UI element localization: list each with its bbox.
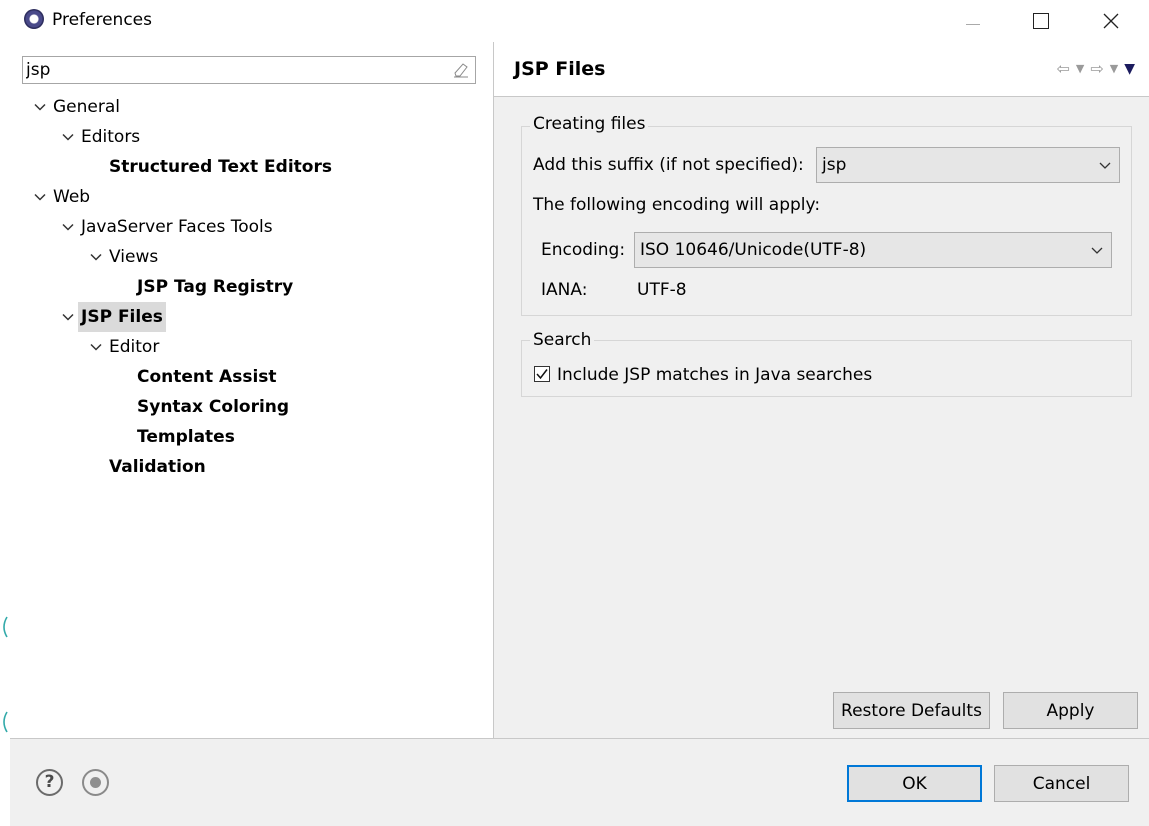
tree-item[interactable]: Structured Text Editors [86, 152, 335, 182]
suffix-value: jsp [822, 155, 847, 175]
include-jsp-checkbox[interactable] [534, 366, 550, 382]
tree-item-label: Editor [109, 337, 160, 357]
tree-item-label: Content Assist [137, 367, 277, 387]
tree-item[interactable]: JSP Tag Registry [114, 272, 296, 302]
apply-button[interactable]: Apply [1003, 692, 1138, 729]
encoding-combo[interactable]: ISO 10646/Unicode(UTF-8) [634, 232, 1112, 268]
tree-item-label: JSP Files [78, 302, 166, 332]
page-title: JSP Files [514, 58, 606, 80]
dialog-footer: ? OK Cancel [10, 739, 1149, 826]
suffix-label: Add this suffix (if not specified): [533, 155, 804, 175]
tree-item-label: JSP Tag Registry [137, 277, 294, 297]
tree-item-label: Web [53, 187, 91, 207]
tree-item-label: Structured Text Editors [109, 157, 332, 177]
tree-item[interactable]: Web [30, 182, 93, 212]
chevron-down-icon[interactable] [58, 302, 78, 332]
tree-item[interactable]: Editor [86, 332, 162, 362]
tree-item-label: Validation [109, 457, 206, 477]
tree-item[interactable]: JSP Files [58, 302, 166, 332]
page-header: JSP Files ⇦ ▼ ⇨ ▼ ▼ [494, 42, 1149, 97]
tree-item[interactable]: Templates [114, 422, 238, 452]
ok-button[interactable]: OK [847, 765, 982, 802]
close-icon [1103, 13, 1119, 29]
cancel-button[interactable]: Cancel [994, 765, 1129, 802]
iana-value: UTF-8 [637, 280, 687, 300]
search-group-label: Search [530, 330, 595, 350]
window-title: Preferences [52, 10, 152, 30]
help-icon[interactable]: ? [36, 769, 63, 796]
back-arrow-icon[interactable]: ⇦ [1056, 61, 1069, 77]
tree-item[interactable]: Validation [86, 452, 209, 482]
close-button[interactable] [1088, 4, 1134, 38]
tree-item-label: Views [109, 247, 159, 267]
creating-files-group-label: Creating files [530, 114, 649, 134]
tree-item-label: Syntax Coloring [137, 397, 290, 417]
eclipse-app-icon [24, 9, 44, 29]
preference-page: JSP Files ⇦ ▼ ⇨ ▼ ▼ Creating files Add t… [494, 42, 1149, 738]
filter-field[interactable] [22, 56, 476, 84]
tree-item[interactable]: Content Assist [114, 362, 280, 392]
tree-item[interactable]: Editors [58, 122, 143, 152]
tree-item[interactable]: Syntax Coloring [114, 392, 292, 422]
chevron-down-icon[interactable] [30, 92, 50, 122]
filter-input[interactable] [26, 60, 446, 80]
forward-arrow-icon[interactable]: ⇨ [1090, 61, 1103, 77]
tree-item-label: Editors [81, 127, 141, 147]
encoding-note: The following encoding will apply: [533, 195, 821, 215]
edge-decoration-1 [3, 616, 8, 638]
tree-item[interactable]: General [30, 92, 123, 122]
preference-tree-pane: General Editors Structured Text Editors Web… [10, 42, 494, 738]
iana-label: IANA: [541, 280, 588, 300]
title-bar: Preferences [10, 0, 1149, 42]
maximize-button[interactable] [1018, 4, 1064, 38]
chevron-down-icon[interactable] [58, 122, 78, 152]
page-navigation: ⇦ ▼ ⇨ ▼ ▼ [1056, 61, 1135, 78]
encoding-value: ISO 10646/Unicode(UTF-8) [640, 240, 867, 260]
view-menu-icon[interactable]: ▼ [1124, 61, 1135, 77]
encoding-label: Encoding: [541, 240, 626, 260]
chevron-down-icon [1091, 247, 1103, 254]
checkmark-icon [536, 369, 548, 380]
tree-item-label: General [53, 97, 120, 117]
chevron-down-icon[interactable] [86, 242, 106, 272]
chevron-down-icon [1099, 162, 1111, 169]
tree-item[interactable]: Views [86, 242, 161, 272]
preferences-window: Preferences General Editors Structured Tex… [10, 0, 1149, 826]
chevron-down-icon[interactable] [30, 182, 50, 212]
include-jsp-label[interactable]: Include JSP matches in Java searches [557, 365, 872, 385]
restore-defaults-button[interactable]: Restore Defaults [833, 692, 990, 729]
maximize-icon [1033, 13, 1049, 29]
forward-dropdown-icon[interactable]: ▼ [1110, 61, 1118, 77]
import-export-icon[interactable] [82, 769, 109, 796]
minimize-button[interactable] [950, 4, 996, 38]
chevron-down-icon[interactable] [58, 212, 78, 242]
minimize-icon [966, 23, 980, 25]
clear-filter-icon[interactable] [453, 62, 469, 78]
tree-item-label: Templates [137, 427, 235, 447]
tree-item-label: JavaServer Faces Tools [81, 217, 273, 237]
back-dropdown-icon[interactable]: ▼ [1076, 61, 1084, 77]
suffix-combo[interactable]: jsp [816, 147, 1120, 183]
edge-decoration-2 [3, 711, 8, 733]
chevron-down-icon[interactable] [86, 332, 106, 362]
tree-item[interactable]: JavaServer Faces Tools [58, 212, 276, 242]
